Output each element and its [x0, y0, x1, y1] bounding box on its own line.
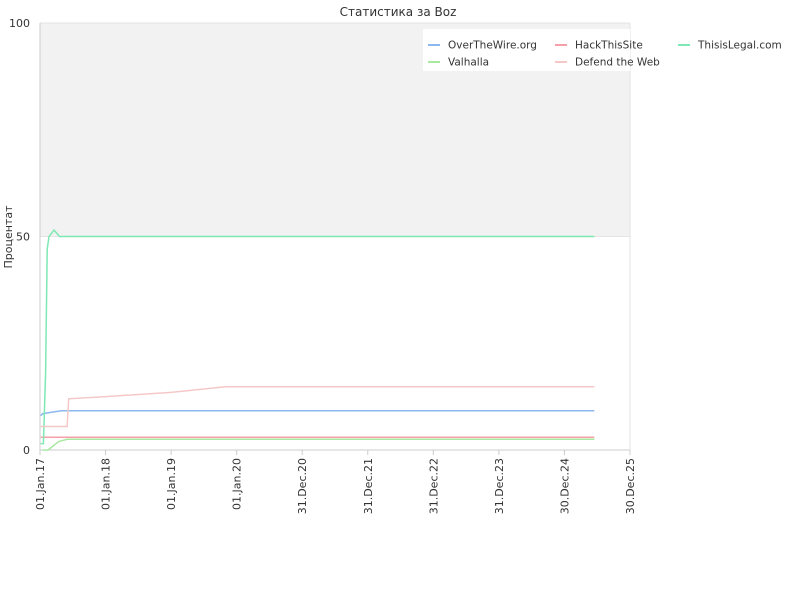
- y-tick-label: 50: [16, 231, 30, 244]
- x-tick-label: 30.Dec.25: [624, 458, 637, 514]
- chart-container: Статистика за Boz Процентат 0 50 100 01.Jan…: [0, 0, 800, 600]
- legend-label: Valhalla: [448, 57, 489, 69]
- line-chart: Статистика за Boz Процентат 0 50 100 01.Jan…: [0, 0, 800, 600]
- x-tick-label: 31.Dec.23: [493, 458, 506, 514]
- legend-label: ThisisLegal.com: [697, 40, 782, 52]
- x-tick-label: 01.Jan.17: [34, 458, 47, 510]
- y-tick-label: 100: [9, 17, 30, 30]
- x-tick-label: 31.Dec.20: [296, 458, 309, 514]
- x-tick-label: 31.Dec.21: [362, 458, 375, 514]
- y-tick-label: 0: [23, 444, 30, 457]
- x-tick-label: 01.Jan.18: [100, 458, 113, 510]
- x-tick-label: 01.Jan.19: [165, 458, 178, 510]
- x-tick-label: 01.Jan.20: [231, 458, 244, 510]
- x-tick-label: 30.Dec.24: [558, 458, 571, 514]
- legend-label: Defend the Web: [575, 57, 660, 69]
- chart-title: Статистика за Boz: [340, 5, 457, 19]
- legend-label: HackThisSite: [575, 40, 643, 52]
- x-tick-label: 31.Dec.22: [427, 458, 440, 514]
- legend-label: OverTheWire.org: [448, 40, 537, 52]
- y-axis-label: Процентат: [2, 205, 15, 269]
